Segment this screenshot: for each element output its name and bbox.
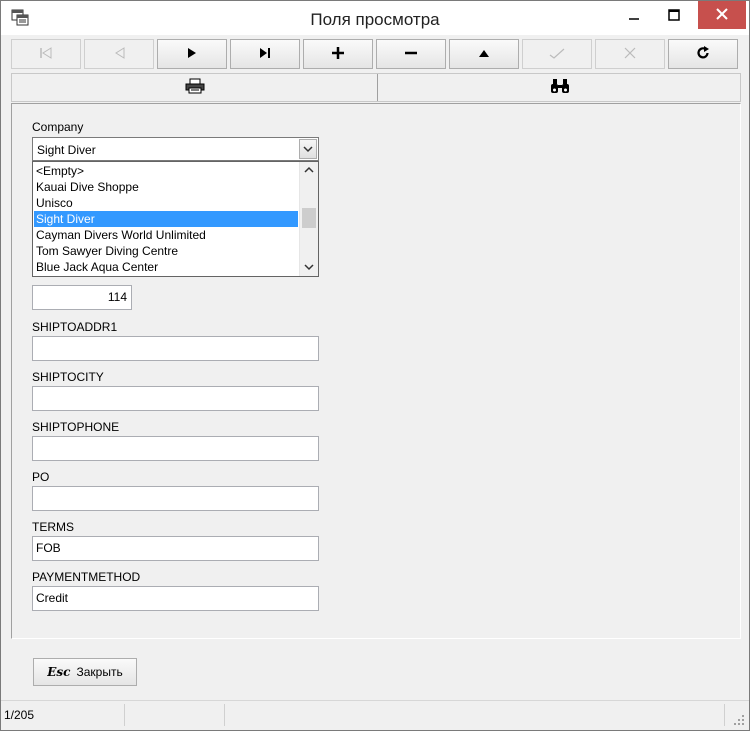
close-button-label: Закрыть (76, 665, 123, 679)
paymentmethod-label: PAYMENTMETHOD (32, 570, 141, 584)
terms-field[interactable]: FOB (32, 536, 319, 561)
print-tab[interactable] (12, 74, 378, 101)
post-record-button[interactable] (522, 39, 592, 69)
binoculars-icon (550, 78, 570, 97)
maximize-button[interactable] (651, 1, 697, 31)
plus-icon (332, 46, 344, 62)
record-position: 1/205 (1, 704, 125, 726)
edit-record-button[interactable] (449, 39, 519, 69)
shiptophone-field[interactable] (32, 436, 319, 461)
esc-shortcut-label: Esc (47, 665, 71, 679)
next-record-icon (186, 47, 198, 62)
status-bar: 1/205 (1, 700, 749, 730)
refresh-button[interactable] (668, 39, 738, 69)
navigator-toolbar (11, 39, 741, 70)
shiptoaddr1-label: SHIPTOADDR1 (32, 320, 118, 334)
scroll-up-button[interactable] (300, 162, 318, 178)
close-icon (716, 7, 728, 23)
company-dropdown-button[interactable] (299, 139, 317, 159)
shiptocity-field[interactable] (32, 386, 319, 411)
company-combobox[interactable]: Sight Diver (32, 137, 319, 161)
checkmark-icon (549, 47, 565, 62)
footer-panel: Esc Закрыть (11, 642, 741, 698)
shiptocity-label: SHIPTOCITY (32, 370, 104, 384)
first-record-icon (39, 46, 53, 62)
refresh-icon (696, 45, 710, 63)
prior-record-icon (112, 46, 126, 62)
chevron-down-icon (304, 260, 314, 274)
terms-label: TERMS (32, 520, 74, 534)
minimize-icon (628, 9, 640, 24)
scroll-down-button[interactable] (300, 259, 318, 275)
dropdown-option[interactable]: Tom Sawyer Diving Centre (34, 243, 298, 259)
app-window: Поля просмотра Company Sight Diver <Empt… (0, 0, 750, 731)
empno-field[interactable]: 114 (32, 285, 132, 310)
action-tabstrip (11, 73, 741, 102)
close-window-button[interactable] (698, 1, 746, 29)
insert-record-button[interactable] (303, 39, 373, 69)
printer-icon (185, 78, 205, 97)
shiptoaddr1-field[interactable] (32, 336, 319, 361)
search-tab[interactable] (379, 74, 740, 101)
chevron-up-icon (304, 163, 314, 177)
po-field[interactable] (32, 486, 319, 511)
status-panel-2 (125, 704, 225, 726)
status-panel-3 (225, 704, 725, 726)
first-record-button[interactable] (11, 39, 81, 69)
delete-record-button[interactable] (376, 39, 446, 69)
company-combobox-value: Sight Diver (37, 143, 96, 157)
po-label: PO (32, 470, 50, 484)
close-button[interactable]: Esc Закрыть (33, 658, 137, 686)
cancel-x-icon (624, 47, 636, 62)
minus-icon (405, 47, 417, 62)
edit-triangle-icon (478, 47, 490, 61)
dropdown-option-selected[interactable]: Sight Diver (34, 211, 298, 227)
title-bar[interactable]: Поля просмотра (1, 1, 749, 35)
maximize-icon (668, 8, 680, 24)
dropdown-option[interactable]: Unisco (34, 195, 298, 211)
dropdown-option[interactable]: Kauai Dive Shoppe (34, 179, 298, 195)
paymentmethod-field[interactable]: Credit (32, 586, 319, 611)
cancel-record-button[interactable] (595, 39, 665, 69)
shiptophone-label: SHIPTOPHONE (32, 420, 120, 434)
dropdown-option[interactable]: <Empty> (34, 163, 298, 179)
next-record-button[interactable] (157, 39, 227, 69)
dropdown-option[interactable]: Blue Jack Aqua Center (34, 259, 298, 275)
dropdown-option[interactable]: Cayman Divers World Unlimited (34, 227, 298, 243)
prior-record-button[interactable] (84, 39, 154, 69)
last-record-icon (258, 47, 272, 62)
resize-grip-icon[interactable] (733, 714, 745, 726)
chevron-down-icon (303, 142, 313, 156)
company-dropdown-list[interactable]: <Empty> Kauai Dive Shoppe Unisco Sight D… (32, 161, 319, 277)
form-panel: Company Sight Diver <Empty> Kauai Dive S… (11, 103, 741, 639)
dropdown-scrollbar[interactable] (299, 162, 318, 276)
last-record-button[interactable] (230, 39, 300, 69)
company-label: Company (32, 120, 84, 134)
scroll-thumb[interactable] (302, 208, 316, 228)
